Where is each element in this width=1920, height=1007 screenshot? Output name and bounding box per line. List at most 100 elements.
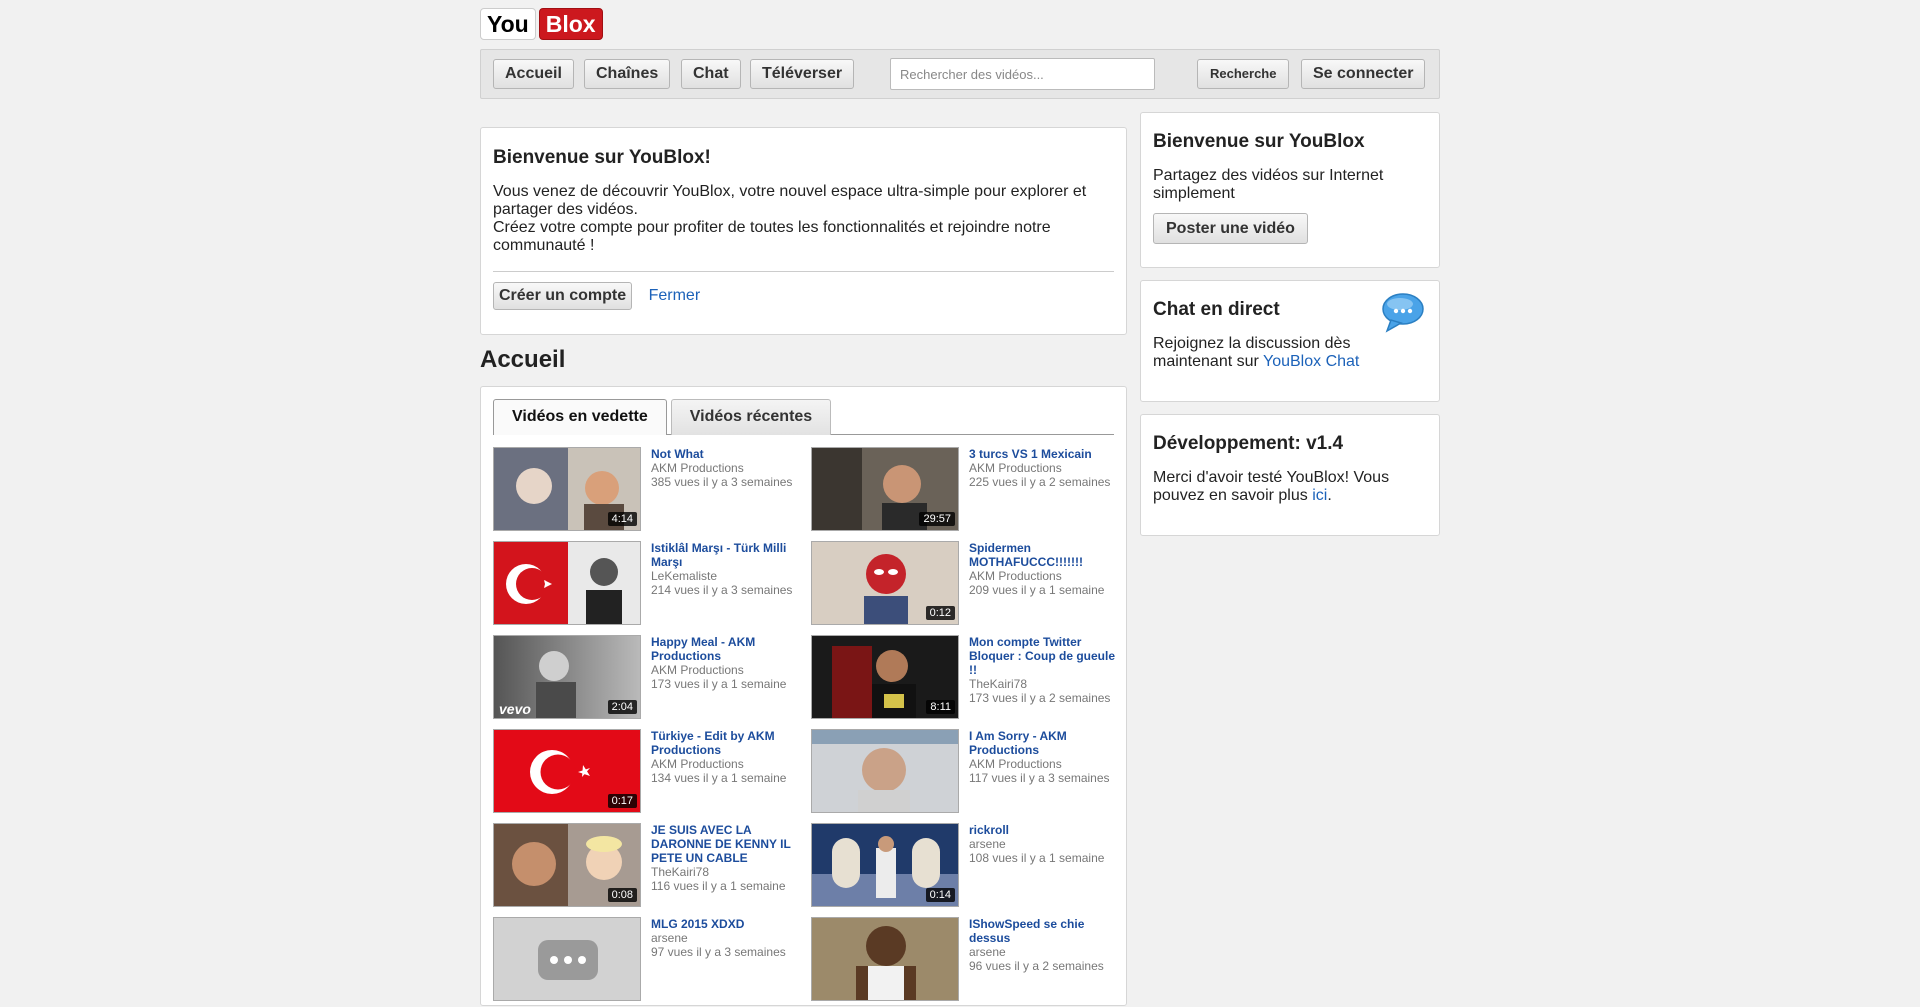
dev-suffix: . [1327, 487, 1332, 504]
video-thumbnail[interactable]: 0:17 [493, 729, 641, 813]
section-title: Accueil [480, 346, 566, 373]
video-thumbnail[interactable]: 0:12 [811, 541, 959, 625]
nav-upload-button[interactable]: Téléverser [750, 59, 855, 89]
video-author: arsene [969, 945, 1006, 959]
video-thumbnail[interactable]: 0:14 [811, 823, 959, 907]
nav-chat-button[interactable]: Chat [681, 59, 741, 89]
tab-recent[interactable]: Vidéos récentes [670, 399, 832, 435]
welcome-panel: Bienvenue sur YouBlox! Vous venez de déc… [480, 127, 1127, 335]
create-account-button[interactable]: Créer un compte [493, 282, 633, 310]
post-video-button[interactable]: Poster une vidéo [1153, 213, 1308, 244]
video-meta: MLG 2015 XDXD arsene 97 vues il y a 3 sema… [651, 917, 801, 959]
video-stats: 117 vues il y a 3 semaines [969, 771, 1110, 785]
video-thumbnail[interactable]: 8:11 [811, 635, 959, 719]
videos-panel: Vidéos en vedette Vidéos récentes 4:14 No… [480, 386, 1127, 1006]
chat-link[interactable]: YouBlox Chat [1263, 353, 1359, 370]
logo-you: You [480, 8, 536, 40]
video-meta: Happy Meal - AKM Productions AKM Producti… [651, 635, 801, 691]
search-button[interactable]: Recherche [1197, 59, 1290, 89]
video-author: AKM Productions [651, 663, 744, 677]
chat-bubble-icon [1382, 293, 1424, 333]
video-duration: 29:57 [919, 512, 955, 526]
sidebar-dev-title: Développement: v1.4 [1153, 433, 1344, 454]
video-item: 0:17 Türkiye - Edit by AKM Productions AKM… [493, 729, 803, 819]
logo-blox: Blox [538, 8, 603, 40]
search-input[interactable] [890, 58, 1155, 90]
youblox-logo[interactable]: You Blox [480, 8, 603, 40]
video-stats: 209 vues il y a 1 semaine [969, 583, 1105, 597]
video-duration: 0:08 [607, 888, 637, 902]
sidebar-welcome-title: Bienvenue sur YouBlox [1153, 131, 1365, 152]
video-title-link[interactable]: IShowSpeed se chie dessus [969, 917, 1119, 945]
video-title-link[interactable]: Mon compte Twitter Bloquer : Coup de gue… [969, 635, 1119, 677]
video-author: AKM Productions [651, 757, 744, 771]
video-stats: 225 vues il y a 2 semaines [969, 475, 1111, 489]
tab-featured[interactable]: Vidéos en vedette [493, 399, 667, 435]
video-title-link[interactable]: MLG 2015 XDXD [651, 917, 801, 931]
video-thumbnail[interactable]: 29:57 [811, 447, 959, 531]
video-title-link[interactable]: Not What [651, 447, 801, 461]
nav-home-button[interactable]: Accueil [493, 59, 574, 89]
video-title-link[interactable]: Istiklâl Marşı - Türk Milli Marşı [651, 541, 801, 569]
video-title-link[interactable]: Türkiye - Edit by AKM Productions [651, 729, 801, 757]
video-title-link[interactable]: Spidermen MOTHAFUCCC!!!!!!! [969, 541, 1119, 569]
video-title-link[interactable]: I Am Sorry - AKM Productions [969, 729, 1119, 757]
video-thumbnail[interactable] [811, 917, 959, 1001]
sidebar-welcome-panel: Bienvenue sur YouBlox Partagez des vidéo… [1140, 112, 1440, 268]
video-duration: 0:14 [925, 888, 955, 902]
video-item: vevo 2:04 Happy Meal - AKM Productions AKM … [493, 635, 803, 725]
video-duration: 4:14 [607, 512, 637, 526]
video-meta: Istiklâl Marşı - Türk Milli Marşı LeKemal… [651, 541, 801, 597]
video-title-link[interactable]: JE SUIS AVEC LA DARONNE DE KENNY IL PETE… [651, 823, 801, 865]
dev-link[interactable]: ici [1312, 487, 1327, 504]
close-welcome-link[interactable]: Fermer [649, 287, 701, 304]
video-author: LeKemaliste [651, 569, 718, 583]
video-author: AKM Productions [651, 461, 744, 475]
welcome-line1: Vous venez de découvrir YouBlox, votre n… [493, 183, 1087, 218]
video-author: TheKairi78 [651, 865, 710, 879]
nav-channels-button[interactable]: Chaînes [584, 59, 671, 89]
video-author: arsene [969, 837, 1006, 851]
video-thumbnail[interactable]: 4:14 [493, 447, 641, 531]
sidebar-dev-panel: Développement: v1.4 Merci d'avoir testé … [1140, 414, 1440, 536]
video-duration: 0:12 [925, 606, 955, 620]
video-item: Istiklâl Marşı - Türk Milli Marşı LeKemal… [493, 541, 803, 631]
video-title-link[interactable]: 3 turcs VS 1 Mexicain [969, 447, 1119, 461]
video-meta: Mon compte Twitter Bloquer : Coup de gue… [969, 635, 1119, 705]
welcome-divider [493, 271, 1114, 272]
video-thumbnail[interactable] [811, 729, 959, 813]
video-meta: IShowSpeed se chie dessus arsene 96 vues i… [969, 917, 1119, 973]
video-stats: 214 vues il y a 3 semaines [651, 583, 793, 597]
video-stats: 116 vues il y a 1 semaine [651, 879, 786, 893]
sidebar-chat-text: Rejoignez la discussion dès maintenant s… [1153, 335, 1427, 371]
video-item: MLG 2015 XDXD arsene 97 vues il y a 3 sema… [493, 917, 803, 1007]
login-button[interactable]: Se connecter [1301, 59, 1426, 89]
video-item: 0:08 JE SUIS AVEC LA DARONNE DE KENNY IL … [493, 823, 803, 913]
video-stats: 108 vues il y a 1 semaine [969, 851, 1105, 865]
video-thumbnail[interactable] [493, 917, 641, 1001]
welcome-line2: Créez votre compte pour profiter de tout… [493, 219, 1051, 254]
video-thumbnail[interactable]: vevo 2:04 [493, 635, 641, 719]
sidebar-chat-panel: Chat en direct Rejoignez la discussion d… [1140, 280, 1440, 402]
video-thumbnail[interactable]: 0:08 [493, 823, 641, 907]
sidebar-welcome-text: Partagez des vidéos sur Internet simplem… [1153, 167, 1384, 202]
welcome-title: Bienvenue sur YouBlox! [493, 147, 711, 168]
video-meta: Türkiye - Edit by AKM Productions AKM Pro… [651, 729, 801, 785]
video-meta: 3 turcs VS 1 Mexicain AKM Productions 225 … [969, 447, 1119, 489]
video-meta: JE SUIS AVEC LA DARONNE DE KENNY IL PETE… [651, 823, 801, 893]
video-meta: rickroll arsene 108 vues il y a 1 semaine [969, 823, 1119, 865]
video-title-link[interactable]: Happy Meal - AKM Productions [651, 635, 801, 663]
video-tabs: Vidéos en vedette Vidéos récentes [493, 399, 1114, 435]
video-stats: 97 vues il y a 3 semaines [651, 945, 786, 959]
dev-text: Merci d'avoir testé YouBlox! Vous pouvez… [1153, 469, 1390, 504]
nav-bar: Accueil Chaînes Chat Téléverser Recherch… [480, 49, 1440, 99]
video-stats: 173 vues il y a 1 semaine [651, 677, 787, 691]
video-author: AKM Productions [969, 461, 1062, 475]
video-title-link[interactable]: rickroll [969, 823, 1119, 837]
video-author: arsene [651, 931, 688, 945]
sidebar-dev-text: Merci d'avoir testé YouBlox! Vous pouvez… [1153, 469, 1427, 505]
video-author: AKM Productions [969, 757, 1062, 771]
video-thumbnail[interactable] [493, 541, 641, 625]
video-author: TheKairi78 [969, 677, 1028, 691]
video-item: 4:14 Not What AKM Productions 385 vues il y… [493, 447, 803, 537]
